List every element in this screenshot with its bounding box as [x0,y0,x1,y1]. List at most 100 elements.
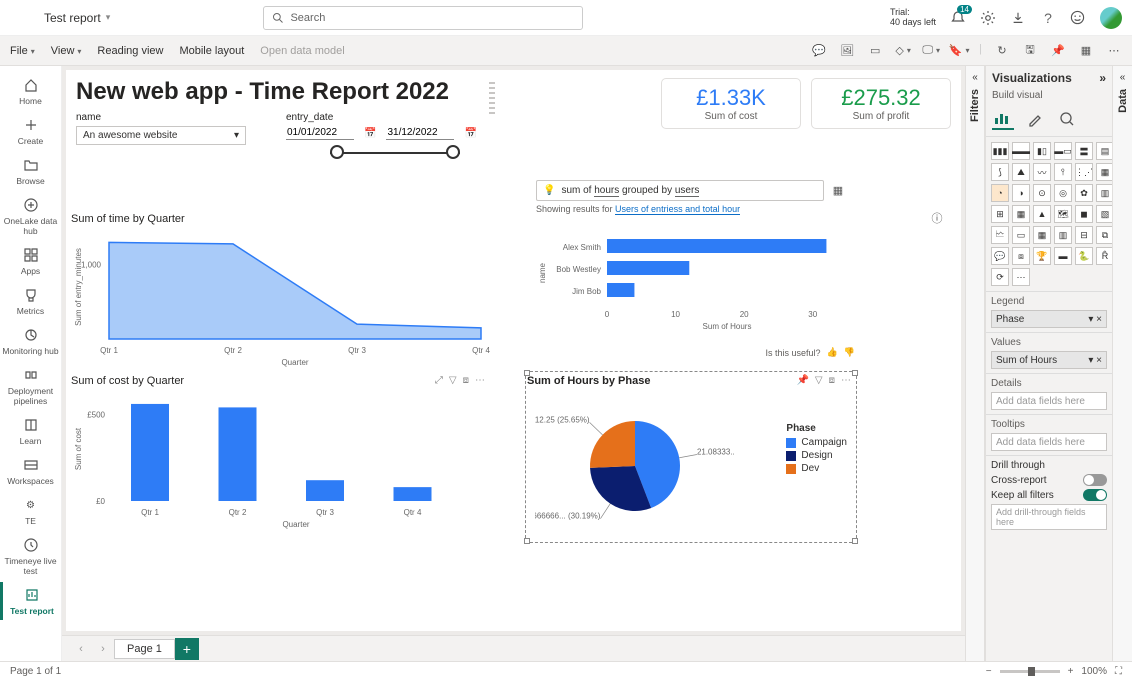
viz-type-14[interactable]: ⊙ [1033,184,1051,202]
tooltips-field-well[interactable]: Add data fields here [991,433,1107,451]
viz-type-29[interactable]: ⧉ [1096,226,1112,244]
date-from-input[interactable] [286,126,354,140]
user-avatar[interactable] [1100,7,1122,29]
nav-item-learn[interactable]: Learn [0,412,61,450]
refresh-icon[interactable]: ↻ [994,43,1010,59]
viz-type-8[interactable]: 〰 [1033,163,1051,181]
viz-type-5[interactable]: ▤ [1096,142,1112,160]
nav-item-browse[interactable]: Browse [0,152,61,190]
zoom-slider[interactable] [1000,670,1060,673]
nav-item-test-report[interactable]: Test report [0,582,61,620]
viz-type-1[interactable]: ▬▬ [1012,142,1030,160]
analytics-icon[interactable] [1056,108,1078,130]
viz-type-3[interactable]: ▬▭ [1054,142,1072,160]
nav-item-home[interactable]: Home [0,72,61,110]
nav-item-monitoring-hub[interactable]: Monitoring hub [0,322,61,360]
filter-icon[interactable]: ▽ [449,375,457,386]
viz-type-26[interactable]: ▦ [1033,226,1051,244]
more-icon[interactable]: ⋯ [475,375,485,386]
notifications-icon[interactable]: 14 [950,10,966,26]
display-icon[interactable]: 🖵 [923,43,939,59]
zoom-in-icon[interactable]: + [1068,666,1074,677]
more-icon[interactable]: ⋯ [841,375,851,386]
shapes-icon[interactable]: ◇ [895,43,911,59]
viz-type-11[interactable]: ▦ [1096,163,1112,181]
drill-through-well[interactable]: Add drill-through fields here [991,504,1107,530]
filter-icon[interactable]: ▽ [815,375,823,386]
page-tab[interactable]: Page 1 [114,639,175,659]
fit-page-icon[interactable]: ⛶ [1115,666,1122,677]
values-field-well[interactable]: Sum of Hours▾ × [991,351,1107,369]
date-to-input[interactable] [386,126,454,140]
viz-type-32[interactable]: 🏆 [1033,247,1051,265]
nav-item-create[interactable]: Create [0,112,61,150]
viz-type-21[interactable]: 🗺 [1054,205,1072,223]
keep-filters-toggle[interactable] [1083,489,1107,501]
viz-type-30[interactable]: 💬 [991,247,1009,265]
nav-item-onelake-data-hub[interactable]: OneLake data hub [0,192,61,240]
viz-type-22[interactable]: ◼ [1075,205,1093,223]
format-visual-icon[interactable] [1024,108,1046,130]
viz-type-19[interactable]: ▦ [1012,205,1030,223]
viz-type-28[interactable]: ⊟ [1075,226,1093,244]
thumbs-up-icon[interactable]: 👍 [827,347,838,358]
bar-chart-users-hours[interactable]: Alex Smith Bob Westley Jim Bob 0102030Su… [536,232,856,347]
page-next-icon[interactable]: › [92,643,114,655]
viz-type-7[interactable]: ⛰ [1012,163,1030,181]
details-field-well[interactable]: Add data fields here [991,392,1107,410]
add-page-button[interactable]: + [175,638,199,660]
page-prev-icon[interactable]: ‹ [70,643,92,655]
nav-item-workspaces[interactable]: Workspaces [0,452,61,490]
viz-type-4[interactable]: 〓 [1075,142,1093,160]
textbox-icon[interactable]: ▭ [867,43,883,59]
nav-item-apps[interactable]: Apps [0,242,61,280]
viz-type-0[interactable]: ▮▮▮ [991,142,1009,160]
pin-icon[interactable]: 📌 [796,375,808,386]
comment-icon[interactable]: 💬 [811,43,827,59]
info-icon[interactable]: ⓘ [929,210,945,226]
drag-handle-icon[interactable] [489,82,495,116]
viz-type-37[interactable]: ⋯ [1012,268,1030,286]
qa-input[interactable]: 💡 sum of hours grouped by users [536,180,824,201]
viz-type-9[interactable]: ⫯ [1054,163,1072,181]
save-icon[interactable]: 🖫 [1022,43,1038,59]
nav-item-deployment-pipelines[interactable]: Deployment pipelines [0,362,61,410]
viz-type-35[interactable]: R̂ [1096,247,1112,265]
pie-chart-hours-by-phase[interactable]: 📌▽⧈⋯ Sum of Hours by Phase 21.08333... (… [526,372,856,542]
legend-field-well[interactable]: Phase▾ × [991,310,1107,328]
viz-type-13[interactable]: ◑ [1012,184,1030,202]
thumbs-down-icon[interactable]: 👎 [844,347,855,358]
popout-icon[interactable]: ⧈ [463,375,469,386]
build-fields-icon[interactable] [992,108,1014,130]
viz-type-10[interactable]: ⋮⋰ [1075,163,1093,181]
cross-report-toggle[interactable] [1083,474,1107,486]
viz-type-17[interactable]: ▥ [1096,184,1112,202]
viz-type-36[interactable]: ⟳ [991,268,1009,286]
viz-type-34[interactable]: 🐍 [1075,247,1093,265]
viz-type-27[interactable]: ▥ [1054,226,1072,244]
menu-reading-view[interactable]: Reading view [97,45,163,57]
name-filter-select[interactable]: An awesome website▾ [76,126,246,145]
focus-icon[interactable]: ⧈ [829,375,835,386]
help-icon[interactable]: ? [1040,10,1056,26]
app-launcher-icon[interactable] [10,10,26,26]
expand-icon[interactable]: « [1120,72,1126,83]
bookmark-icon[interactable]: 🔖 [951,43,967,59]
zoom-out-icon[interactable]: − [986,666,992,677]
viz-type-24[interactable]: 🗠 [991,226,1009,244]
viz-type-12[interactable]: ◔ [991,184,1009,202]
area-chart-sum-of-time[interactable]: Sum of time by Quarter Qtr 1Qtr 2Qtr 3Qt… [70,210,490,370]
viz-type-15[interactable]: ◎ [1054,184,1072,202]
report-name-dropdown[interactable]: Test report▾ [44,11,110,25]
date-range-slider[interactable] [330,140,460,166]
more-icon[interactable]: ⋯ [1106,43,1122,59]
viz-type-33[interactable]: ▬ [1054,247,1072,265]
nav-item-metrics[interactable]: Metrics [0,282,61,320]
feedback-icon[interactable] [1070,10,1086,26]
viz-type-20[interactable]: ▲ [1033,205,1051,223]
settings-icon[interactable] [980,10,996,26]
menu-file[interactable]: File [10,45,35,57]
viz-type-23[interactable]: ▧ [1096,205,1112,223]
filters-pane-collapsed[interactable]: « Filters [965,66,985,661]
download-icon[interactable] [1010,10,1026,26]
